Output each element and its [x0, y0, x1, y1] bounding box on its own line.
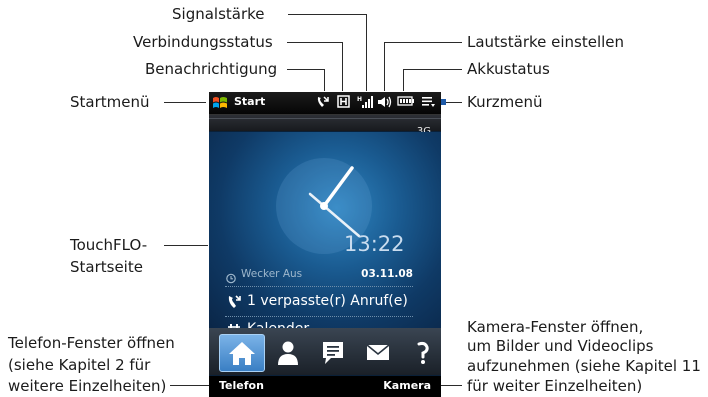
label-quick-menu: Kurzmenü: [467, 93, 543, 111]
leader-battery-v: [403, 69, 404, 91]
battery-icon[interactable]: [396, 95, 414, 110]
label-notification: Benachrichtigung: [145, 60, 278, 78]
missed-call-row-icon: [227, 294, 241, 314]
softkey-bar: Telefon Kamera: [209, 376, 441, 397]
email-tab[interactable]: [356, 334, 400, 370]
leader-notification: [287, 69, 325, 70]
label-start-menu: Startmenü: [70, 93, 150, 111]
people-tab[interactable]: [266, 334, 310, 370]
touchflo-home[interactable]: 13:22 Wecker Aus 03.11.08 1 verpasste(r)…: [209, 132, 441, 345]
menu-icon[interactable]: [420, 95, 436, 111]
label-connection: Verbindungsstatus: [133, 33, 273, 51]
date: 03.11.08: [361, 268, 413, 280]
softkey-phone[interactable]: Telefon: [219, 379, 264, 392]
svg-text:H: H: [357, 96, 362, 103]
label-camera-4: für weiter Einzelheiten): [467, 377, 643, 395]
leader-connection-v: [342, 42, 343, 91]
alarm-clock-icon: [225, 269, 237, 288]
leader-start: [164, 102, 206, 103]
messages-tab[interactable]: [311, 334, 355, 370]
label-touchflo-2: Startseite: [70, 258, 143, 276]
leader-notification-v: [324, 69, 325, 91]
leader-signal-v: [366, 14, 367, 91]
label-camera-3: aufzunehmen (siehe Kapitel 11: [467, 357, 701, 375]
phone-screen: Start H 3G 13:22: [209, 92, 441, 397]
volume-icon[interactable]: [377, 95, 393, 112]
home-tab[interactable]: [219, 334, 265, 372]
alarm-status: Wecker Aus: [241, 268, 303, 280]
status-bar: Start H: [209, 92, 441, 115]
internet-tab[interactable]: [401, 334, 441, 370]
label-phone-2: (siehe Kapitel 2 für: [8, 356, 151, 374]
tab-bar: [209, 328, 441, 375]
leader-touchflo: [164, 245, 208, 246]
connection-icon[interactable]: [336, 95, 350, 111]
missed-calls-row[interactable]: 1 verpasste(r) Anruf(e): [225, 292, 413, 317]
label-phone-3: weitere Einzelheiten): [8, 377, 167, 395]
leader-connection: [287, 42, 343, 43]
digital-time: 13:22: [344, 232, 405, 256]
missed-calls-text: 1 verpasste(r) Anruf(e): [247, 293, 408, 309]
leader-volume: [384, 42, 462, 43]
leader-volume-v: [384, 42, 385, 91]
label-volume: Lautstärke einstellen: [467, 33, 625, 51]
label-camera-1: Kamera-Fenster öffnen,: [467, 318, 644, 336]
signal-icon[interactable]: H: [357, 95, 373, 112]
softkey-camera[interactable]: Kamera: [383, 379, 431, 392]
alarm-row[interactable]: Wecker Aus 03.11.08: [225, 268, 413, 287]
windows-logo-icon[interactable]: [212, 95, 228, 111]
label-battery: Akkustatus: [467, 60, 550, 78]
label-touchflo-1: TouchFLO-: [70, 236, 148, 254]
label-signal: Signalstärke: [172, 5, 265, 23]
leader-signal: [288, 14, 367, 15]
leader-battery: [403, 69, 462, 70]
start-label[interactable]: Start: [234, 95, 265, 108]
label-phone-1: Telefon-Fenster öffnen: [8, 334, 175, 352]
subheader-bar: [209, 115, 441, 131]
label-camera-2: um Bilder und Videoclips: [467, 337, 654, 355]
missed-call-icon[interactable]: [315, 95, 329, 112]
